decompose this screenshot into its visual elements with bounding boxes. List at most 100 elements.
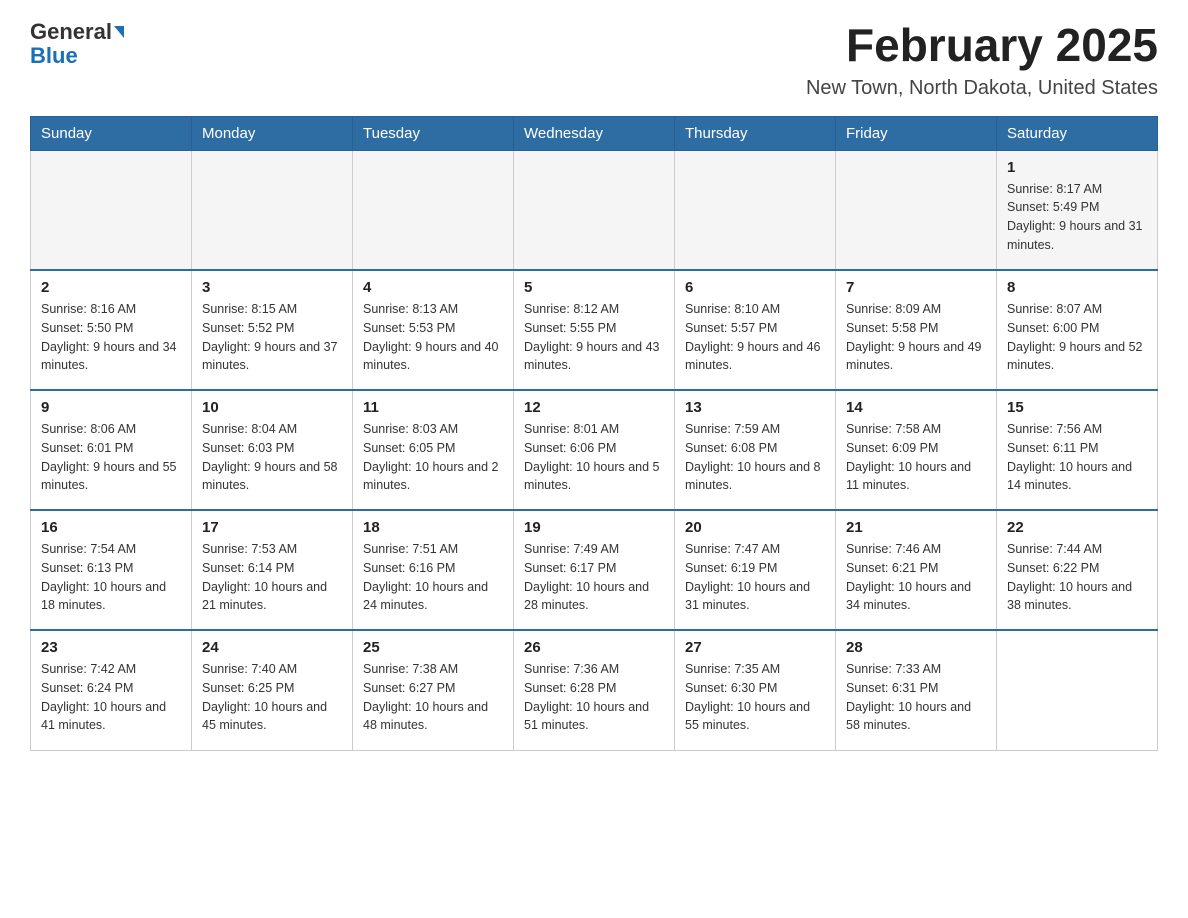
calendar-cell	[31, 150, 192, 270]
day-number: 20	[685, 519, 825, 536]
calendar-header-monday: Monday	[192, 116, 353, 150]
day-number: 10	[202, 399, 342, 416]
day-info: Sunrise: 7:35 AM Sunset: 6:30 PM Dayligh…	[685, 660, 825, 735]
day-number: 15	[1007, 399, 1147, 416]
calendar-cell: 28 Sunrise: 7:33 AM Sunset: 6:31 PM Dayli…	[836, 630, 997, 750]
day-number: 14	[846, 399, 986, 416]
day-number: 23	[41, 639, 181, 656]
calendar-header-friday: Friday	[836, 116, 997, 150]
calendar-header-saturday: Saturday	[997, 116, 1158, 150]
calendar-cell: 9 Sunrise: 8:06 AM Sunset: 6:01 PM Daylig…	[31, 390, 192, 510]
calendar-cell	[836, 150, 997, 270]
calendar-cell: 1Sunrise: 8:17 AM Sunset: 5:49 PM Daylig…	[997, 150, 1158, 270]
calendar-week-row: 23 Sunrise: 7:42 AM Sunset: 6:24 PM Dayli…	[31, 630, 1158, 750]
calendar-header-row: SundayMondayTuesdayWednesdayThursdayFrid…	[31, 116, 1158, 150]
day-number: 12	[524, 399, 664, 416]
calendar-cell: 5 Sunrise: 8:12 AM Sunset: 5:55 PM Daylig…	[514, 270, 675, 390]
calendar-cell: 17 Sunrise: 7:53 AM Sunset: 6:14 PM Dayli…	[192, 510, 353, 630]
day-info: Sunrise: 7:58 AM Sunset: 6:09 PM Dayligh…	[846, 420, 986, 495]
calendar-cell: 21 Sunrise: 7:46 AM Sunset: 6:21 PM Dayli…	[836, 510, 997, 630]
page-header: General Blue February 2025 New Town, Nor…	[30, 20, 1158, 100]
month-title: February 2025	[806, 20, 1158, 71]
calendar-header-thursday: Thursday	[675, 116, 836, 150]
day-number: 11	[363, 399, 503, 416]
calendar-cell: 14 Sunrise: 7:58 AM Sunset: 6:09 PM Dayli…	[836, 390, 997, 510]
day-info: Sunrise: 8:16 AM Sunset: 5:50 PM Dayligh…	[41, 300, 181, 375]
calendar-cell: 20 Sunrise: 7:47 AM Sunset: 6:19 PM Dayli…	[675, 510, 836, 630]
day-number: 9	[41, 399, 181, 416]
calendar-cell: 4Sunrise: 8:13 AM Sunset: 5:53 PM Daylig…	[353, 270, 514, 390]
calendar-cell: 11 Sunrise: 8:03 AM Sunset: 6:05 PM Dayli…	[353, 390, 514, 510]
calendar-cell: 25 Sunrise: 7:38 AM Sunset: 6:27 PM Dayli…	[353, 630, 514, 750]
day-number: 28	[846, 639, 986, 656]
calendar-cell: 3 Sunrise: 8:15 AM Sunset: 5:52 PM Daylig…	[192, 270, 353, 390]
day-info: Sunrise: 8:09 AM Sunset: 5:58 PM Dayligh…	[846, 300, 986, 375]
calendar-cell: 13Sunrise: 7:59 AM Sunset: 6:08 PM Dayli…	[675, 390, 836, 510]
day-info: Sunrise: 7:46 AM Sunset: 6:21 PM Dayligh…	[846, 540, 986, 615]
day-number: 22	[1007, 519, 1147, 536]
calendar-week-row: 1Sunrise: 8:17 AM Sunset: 5:49 PM Daylig…	[31, 150, 1158, 270]
day-number: 26	[524, 639, 664, 656]
day-number: 19	[524, 519, 664, 536]
day-number: 1	[1007, 159, 1147, 176]
calendar-cell: 7Sunrise: 8:09 AM Sunset: 5:58 PM Daylig…	[836, 270, 997, 390]
calendar-cell: 23 Sunrise: 7:42 AM Sunset: 6:24 PM Dayli…	[31, 630, 192, 750]
day-info: Sunrise: 7:54 AM Sunset: 6:13 PM Dayligh…	[41, 540, 181, 615]
calendar-cell: 2Sunrise: 8:16 AM Sunset: 5:50 PM Daylig…	[31, 270, 192, 390]
day-number: 16	[41, 519, 181, 536]
day-number: 17	[202, 519, 342, 536]
calendar-header-wednesday: Wednesday	[514, 116, 675, 150]
calendar-cell: 15 Sunrise: 7:56 AM Sunset: 6:11 PM Dayli…	[997, 390, 1158, 510]
title-section: February 2025 New Town, North Dakota, Un…	[806, 20, 1158, 100]
day-number: 21	[846, 519, 986, 536]
day-info: Sunrise: 8:03 AM Sunset: 6:05 PM Dayligh…	[363, 420, 503, 495]
day-number: 25	[363, 639, 503, 656]
calendar-cell: 26 Sunrise: 7:36 AM Sunset: 6:28 PM Dayli…	[514, 630, 675, 750]
day-info: Sunrise: 7:51 AM Sunset: 6:16 PM Dayligh…	[363, 540, 503, 615]
day-number: 13	[685, 399, 825, 416]
calendar-header-tuesday: Tuesday	[353, 116, 514, 150]
day-number: 3	[202, 279, 342, 296]
day-info: Sunrise: 8:06 AM Sunset: 6:01 PM Dayligh…	[41, 420, 181, 495]
day-info: Sunrise: 7:53 AM Sunset: 6:14 PM Dayligh…	[202, 540, 342, 615]
day-info: Sunrise: 8:10 AM Sunset: 5:57 PM Dayligh…	[685, 300, 825, 375]
day-number: 5	[524, 279, 664, 296]
day-info: Sunrise: 8:07 AM Sunset: 6:00 PM Dayligh…	[1007, 300, 1147, 375]
day-info: Sunrise: 7:42 AM Sunset: 6:24 PM Dayligh…	[41, 660, 181, 735]
calendar-week-row: 2Sunrise: 8:16 AM Sunset: 5:50 PM Daylig…	[31, 270, 1158, 390]
calendar-week-row: 16 Sunrise: 7:54 AM Sunset: 6:13 PM Dayli…	[31, 510, 1158, 630]
calendar-week-row: 9 Sunrise: 8:06 AM Sunset: 6:01 PM Daylig…	[31, 390, 1158, 510]
calendar-cell: 8 Sunrise: 8:07 AM Sunset: 6:00 PM Daylig…	[997, 270, 1158, 390]
day-number: 27	[685, 639, 825, 656]
calendar-cell	[675, 150, 836, 270]
location-title: New Town, North Dakota, United States	[806, 77, 1158, 100]
day-info: Sunrise: 7:44 AM Sunset: 6:22 PM Dayligh…	[1007, 540, 1147, 615]
calendar-cell: 27 Sunrise: 7:35 AM Sunset: 6:30 PM Dayli…	[675, 630, 836, 750]
calendar-table: SundayMondayTuesdayWednesdayThursdayFrid…	[30, 116, 1158, 751]
day-info: Sunrise: 7:36 AM Sunset: 6:28 PM Dayligh…	[524, 660, 664, 735]
logo-blue-text: Blue	[30, 44, 78, 68]
day-info: Sunrise: 8:01 AM Sunset: 6:06 PM Dayligh…	[524, 420, 664, 495]
calendar-cell: 12 Sunrise: 8:01 AM Sunset: 6:06 PM Dayli…	[514, 390, 675, 510]
calendar-cell: 6 Sunrise: 8:10 AM Sunset: 5:57 PM Daylig…	[675, 270, 836, 390]
day-info: Sunrise: 7:56 AM Sunset: 6:11 PM Dayligh…	[1007, 420, 1147, 495]
day-info: Sunrise: 7:47 AM Sunset: 6:19 PM Dayligh…	[685, 540, 825, 615]
calendar-header-sunday: Sunday	[31, 116, 192, 150]
day-info: Sunrise: 8:04 AM Sunset: 6:03 PM Dayligh…	[202, 420, 342, 495]
day-info: Sunrise: 8:12 AM Sunset: 5:55 PM Dayligh…	[524, 300, 664, 375]
day-info: Sunrise: 7:33 AM Sunset: 6:31 PM Dayligh…	[846, 660, 986, 735]
day-number: 8	[1007, 279, 1147, 296]
day-info: Sunrise: 7:38 AM Sunset: 6:27 PM Dayligh…	[363, 660, 503, 735]
logo-general-text: General	[30, 20, 112, 44]
logo: General Blue	[30, 20, 124, 68]
calendar-cell: 19Sunrise: 7:49 AM Sunset: 6:17 PM Dayli…	[514, 510, 675, 630]
calendar-cell: 22 Sunrise: 7:44 AM Sunset: 6:22 PM Dayli…	[997, 510, 1158, 630]
calendar-cell: 10 Sunrise: 8:04 AM Sunset: 6:03 PM Dayli…	[192, 390, 353, 510]
day-number: 18	[363, 519, 503, 536]
calendar-cell: 18 Sunrise: 7:51 AM Sunset: 6:16 PM Dayli…	[353, 510, 514, 630]
logo-triangle-icon	[114, 26, 124, 38]
day-info: Sunrise: 8:15 AM Sunset: 5:52 PM Dayligh…	[202, 300, 342, 375]
day-number: 6	[685, 279, 825, 296]
day-number: 24	[202, 639, 342, 656]
calendar-cell	[192, 150, 353, 270]
